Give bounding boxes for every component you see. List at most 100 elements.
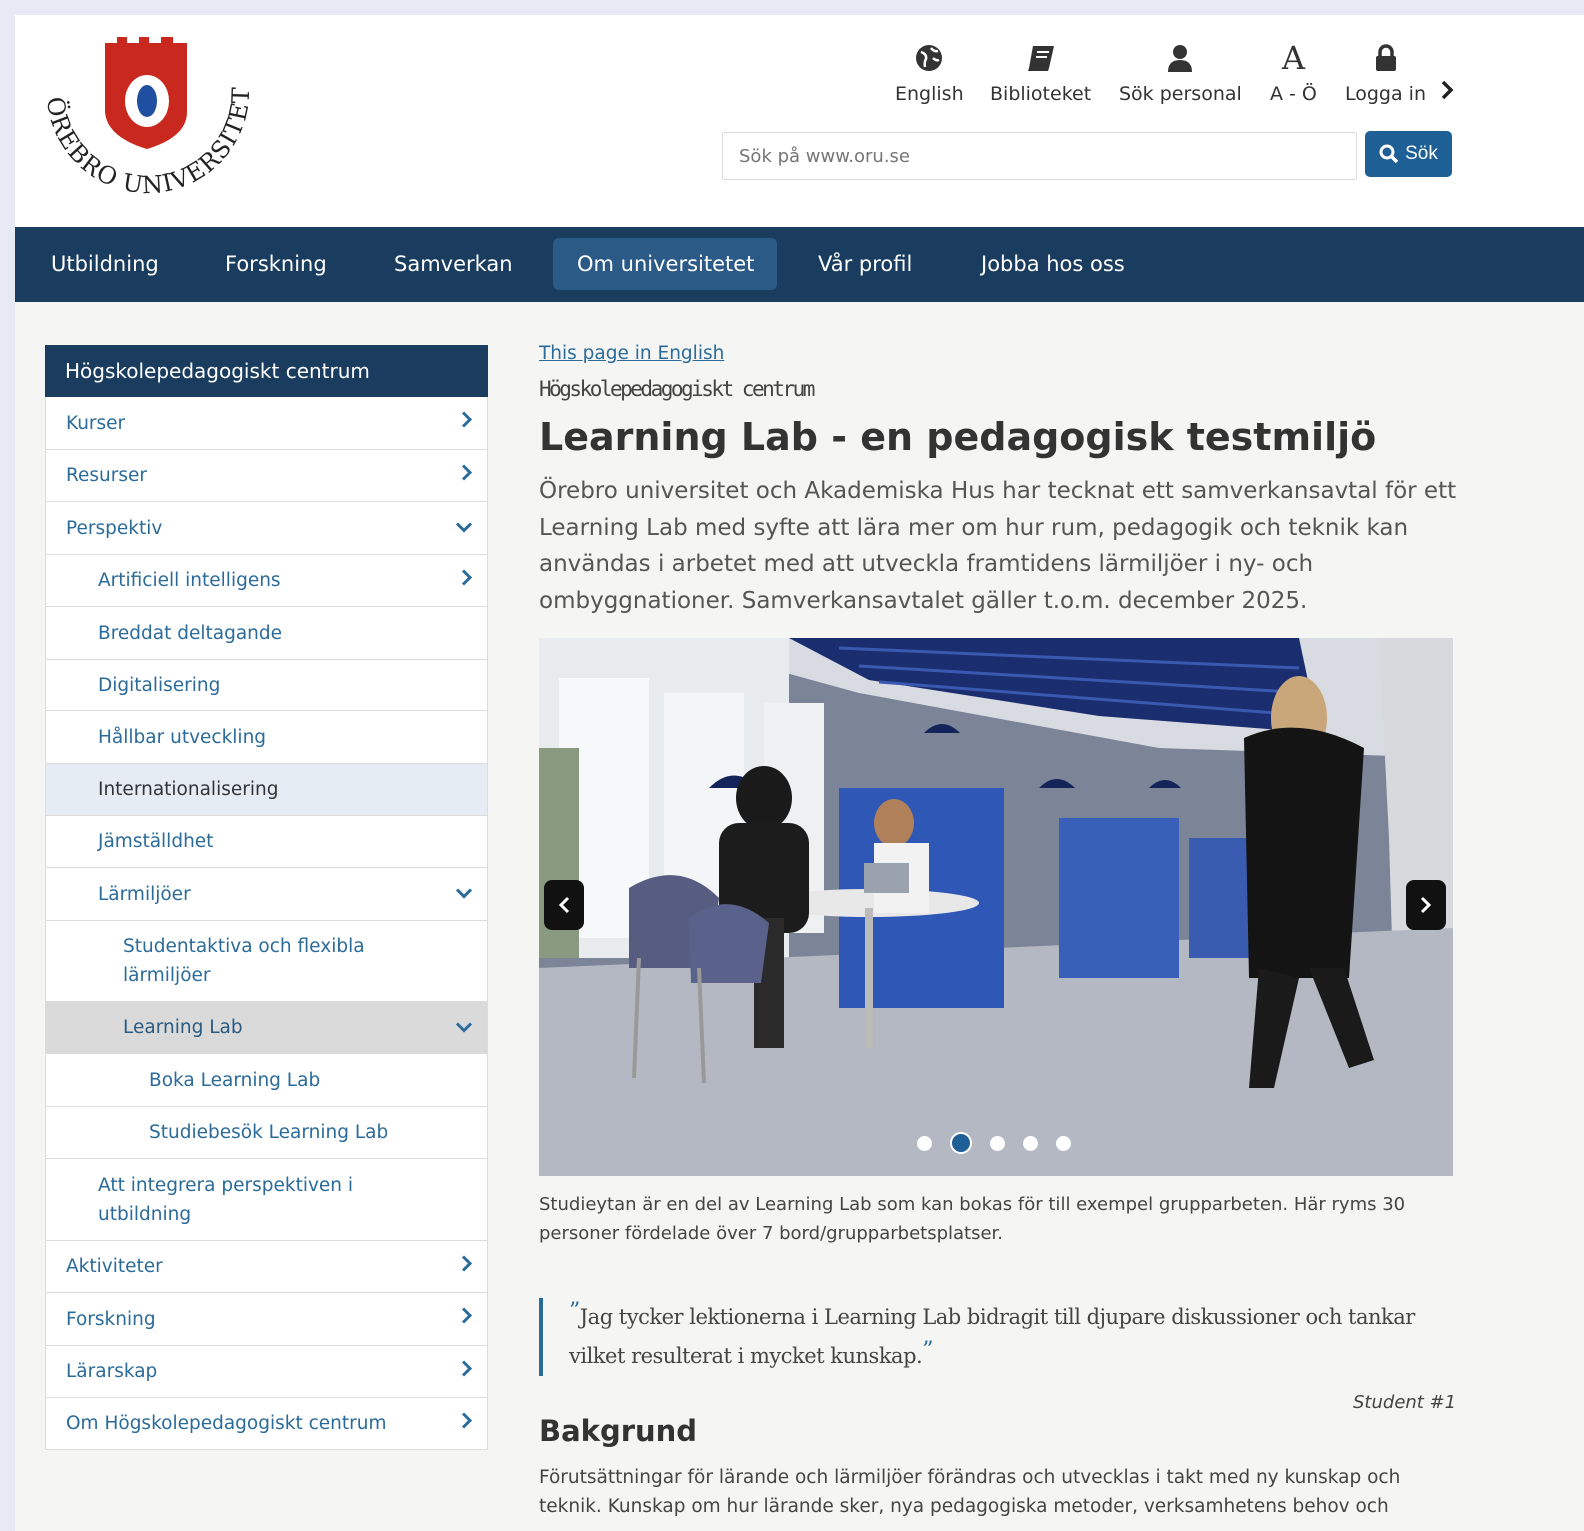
utility-link-login[interactable]: Logga in	[1345, 41, 1426, 105]
carousel-prev-button[interactable]	[544, 880, 584, 930]
book-icon	[1026, 41, 1056, 75]
section-heading: Bakgrund	[539, 1414, 698, 1448]
page: ÖREBRO UNIVERSITET English Biblioteket S…	[15, 15, 1584, 1531]
sidebar-item-learning-lab[interactable]: Learning Lab	[45, 1002, 488, 1054]
carousel-indicators	[917, 1132, 1071, 1154]
sidebar-item-jamstalldhet[interactable]: Jämställdhet	[45, 816, 488, 868]
sidebar-item-label: Kurser	[66, 412, 126, 434]
main-navigation: Utbildning Forskning Samverkan Om univer…	[15, 227, 1584, 302]
search-button-label: Sök	[1405, 143, 1438, 164]
blockquote: ”Jag tycker lektionerna i Learning Lab b…	[539, 1298, 1453, 1376]
utility-link-a-o[interactable]: A A - Ö	[1270, 39, 1317, 105]
sidebar-item-lararskap[interactable]: Lärarskap	[45, 1346, 488, 1398]
sidebar-item-label: Internationalisering	[98, 779, 279, 800]
sidebar-title[interactable]: Högskolepedagogiskt centrum	[45, 345, 488, 397]
sidebar-item-aktiviteter[interactable]: Aktiviteter	[45, 1241, 488, 1293]
nav-item-label: Om universitetet	[577, 252, 755, 276]
sidebar-item-breddat-deltagande[interactable]: Breddat deltagande	[45, 607, 488, 660]
chevron-right-icon[interactable]	[461, 566, 473, 595]
utility-link-label: Biblioteket	[990, 83, 1092, 105]
user-icon	[1167, 41, 1193, 75]
nav-item-samverkan[interactable]: Samverkan	[370, 238, 537, 290]
utility-link-library[interactable]: Biblioteket	[990, 41, 1091, 105]
sidebar-item-perspektiv[interactable]: Perspektiv	[45, 502, 488, 555]
quote-text: Jag tycker lektionerna i Learning Lab bi…	[569, 1305, 1415, 1368]
utility-link-staff-search[interactable]: Sök personal	[1119, 41, 1242, 105]
chevron-right-icon[interactable]	[461, 1409, 473, 1438]
sidebar-item-kurser[interactable]: Kurser	[45, 397, 488, 450]
carousel-dot-active[interactable]	[950, 1132, 972, 1154]
sidebar-item-label: Digitalisering	[98, 674, 221, 696]
search-input[interactable]	[722, 132, 1357, 180]
sidebar-item-studiebesok-learning-lab[interactable]: Studiebesök Learning Lab	[45, 1107, 488, 1159]
chevron-left-icon	[558, 896, 570, 914]
close-quote-mark: ”	[922, 1338, 933, 1363]
sidebar-item-label: Hållbar utveckling	[98, 726, 267, 748]
department-label: Högskolepedagogiskt centrum	[539, 377, 815, 401]
utility-link-label: Sök personal	[1119, 83, 1242, 105]
nav-item-label: Utbildning	[51, 252, 159, 276]
chevron-right-icon[interactable]	[461, 1305, 473, 1334]
utility-link-label: Logga in	[1345, 83, 1427, 105]
chevron-down-icon[interactable]	[455, 880, 473, 909]
search-button[interactable]: Sök	[1365, 131, 1452, 177]
nav-item-var-profil[interactable]: Vår profil	[794, 238, 936, 290]
sidebar-item-label: Aktiviteter	[66, 1256, 163, 1277]
sidebar-item-label: Artificiell intelligens	[98, 570, 281, 591]
sidebar-item-label: Studiebesök Learning Lab	[149, 1122, 389, 1143]
quote-text-wrapper: ”Jag tycker lektionerna i Learning Lab b…	[569, 1298, 1453, 1376]
chevron-right-icon[interactable]	[461, 409, 473, 438]
chevron-down-icon[interactable]	[455, 1013, 473, 1042]
carousel-dot[interactable]	[990, 1135, 1005, 1151]
utility-link-english[interactable]: English	[895, 41, 964, 105]
sidebar-item-att-integrera-perspektiven[interactable]: Att integrera perspektiven i utbildning	[45, 1159, 488, 1241]
nav-item-label: Forskning	[225, 252, 327, 276]
sidebar-item-hallbar-utveckling[interactable]: Hållbar utveckling	[45, 711, 488, 764]
carousel-next-button[interactable]	[1406, 880, 1446, 930]
nav-item-label: Jobba hos oss	[981, 252, 1125, 276]
sidebar-item-label: Om Högskolepedagogiskt centrum	[66, 1413, 387, 1434]
sidebar-item-forskning[interactable]: Forskning	[45, 1293, 488, 1346]
sidebar-item-label: Breddat deltagande	[98, 622, 283, 644]
learning-lab-photo	[539, 638, 1453, 1176]
sidebar-item-label: Lärmiljöer	[98, 883, 191, 905]
utility-link-label: A - Ö	[1270, 83, 1317, 105]
sidebar-item-label: Studentaktiva och flexibla lärmiljöer	[123, 936, 365, 986]
sidebar-item-label: Boka Learning Lab	[149, 1069, 321, 1091]
globe-icon	[915, 41, 943, 75]
sidebar-item-label: Jämställdhet	[98, 831, 214, 852]
nav-item-jobba-hos-oss[interactable]: Jobba hos oss	[957, 238, 1149, 290]
carousel-dot[interactable]	[1056, 1135, 1071, 1151]
carousel-dot[interactable]	[1023, 1135, 1038, 1151]
nav-item-utbildning[interactable]: Utbildning	[27, 238, 183, 290]
sidebar-item-resurser[interactable]: Resurser	[45, 450, 488, 502]
sidebar-item-internationalisering[interactable]: Internationalisering	[45, 764, 488, 816]
university-logo[interactable]: ÖREBRO UNIVERSITET	[37, 37, 259, 207]
sidebar-item-boka-learning-lab[interactable]: Boka Learning Lab	[45, 1054, 488, 1107]
section-sidebar: Högskolepedagogiskt centrum Kurser Resur…	[45, 345, 488, 1450]
open-quote-mark: ”	[569, 1299, 580, 1324]
page-in-english-link[interactable]: This page in English	[539, 343, 724, 364]
sidebar-item-label: Lärarskap	[66, 1361, 158, 1382]
sidebar-item-om-hogskolepedagogiskt-centrum[interactable]: Om Högskolepedagogiskt centrum	[45, 1398, 488, 1450]
chevron-right-icon[interactable]	[1440, 79, 1454, 105]
carousel-dot[interactable]	[917, 1135, 932, 1151]
image-carousel[interactable]	[539, 638, 1453, 1176]
nav-item-forskning[interactable]: Forskning	[201, 238, 351, 290]
sidebar-item-digitalisering[interactable]: Digitalisering	[45, 660, 488, 711]
sidebar-item-label: Learning Lab	[123, 1017, 243, 1038]
chevron-right-icon[interactable]	[461, 1357, 473, 1386]
nav-item-label: Vår profil	[818, 252, 913, 276]
lock-icon	[1374, 41, 1398, 75]
chevron-right-icon[interactable]	[461, 461, 473, 490]
nav-item-om-universitetet[interactable]: Om universitetet	[553, 238, 777, 290]
sidebar-item-studentaktiva-larmiljoer[interactable]: Studentaktiva och flexibla lärmiljöer	[45, 921, 488, 1002]
page-title: Learning Lab - en pedagogisk testmiljö	[539, 415, 1377, 459]
sidebar-item-larmiljoer[interactable]: Lärmiljöer	[45, 868, 488, 921]
sidebar-item-label: Forskning	[66, 1308, 156, 1330]
chevron-right-icon[interactable]	[461, 1252, 473, 1281]
body-paragraph: Förutsättningar för lärande och lärmiljö…	[539, 1467, 1401, 1517]
sidebar-item-artificiell-intelligens[interactable]: Artificiell intelligens	[45, 555, 488, 607]
sidebar-item-label: Resurser	[66, 465, 148, 486]
chevron-down-icon[interactable]	[455, 514, 473, 543]
